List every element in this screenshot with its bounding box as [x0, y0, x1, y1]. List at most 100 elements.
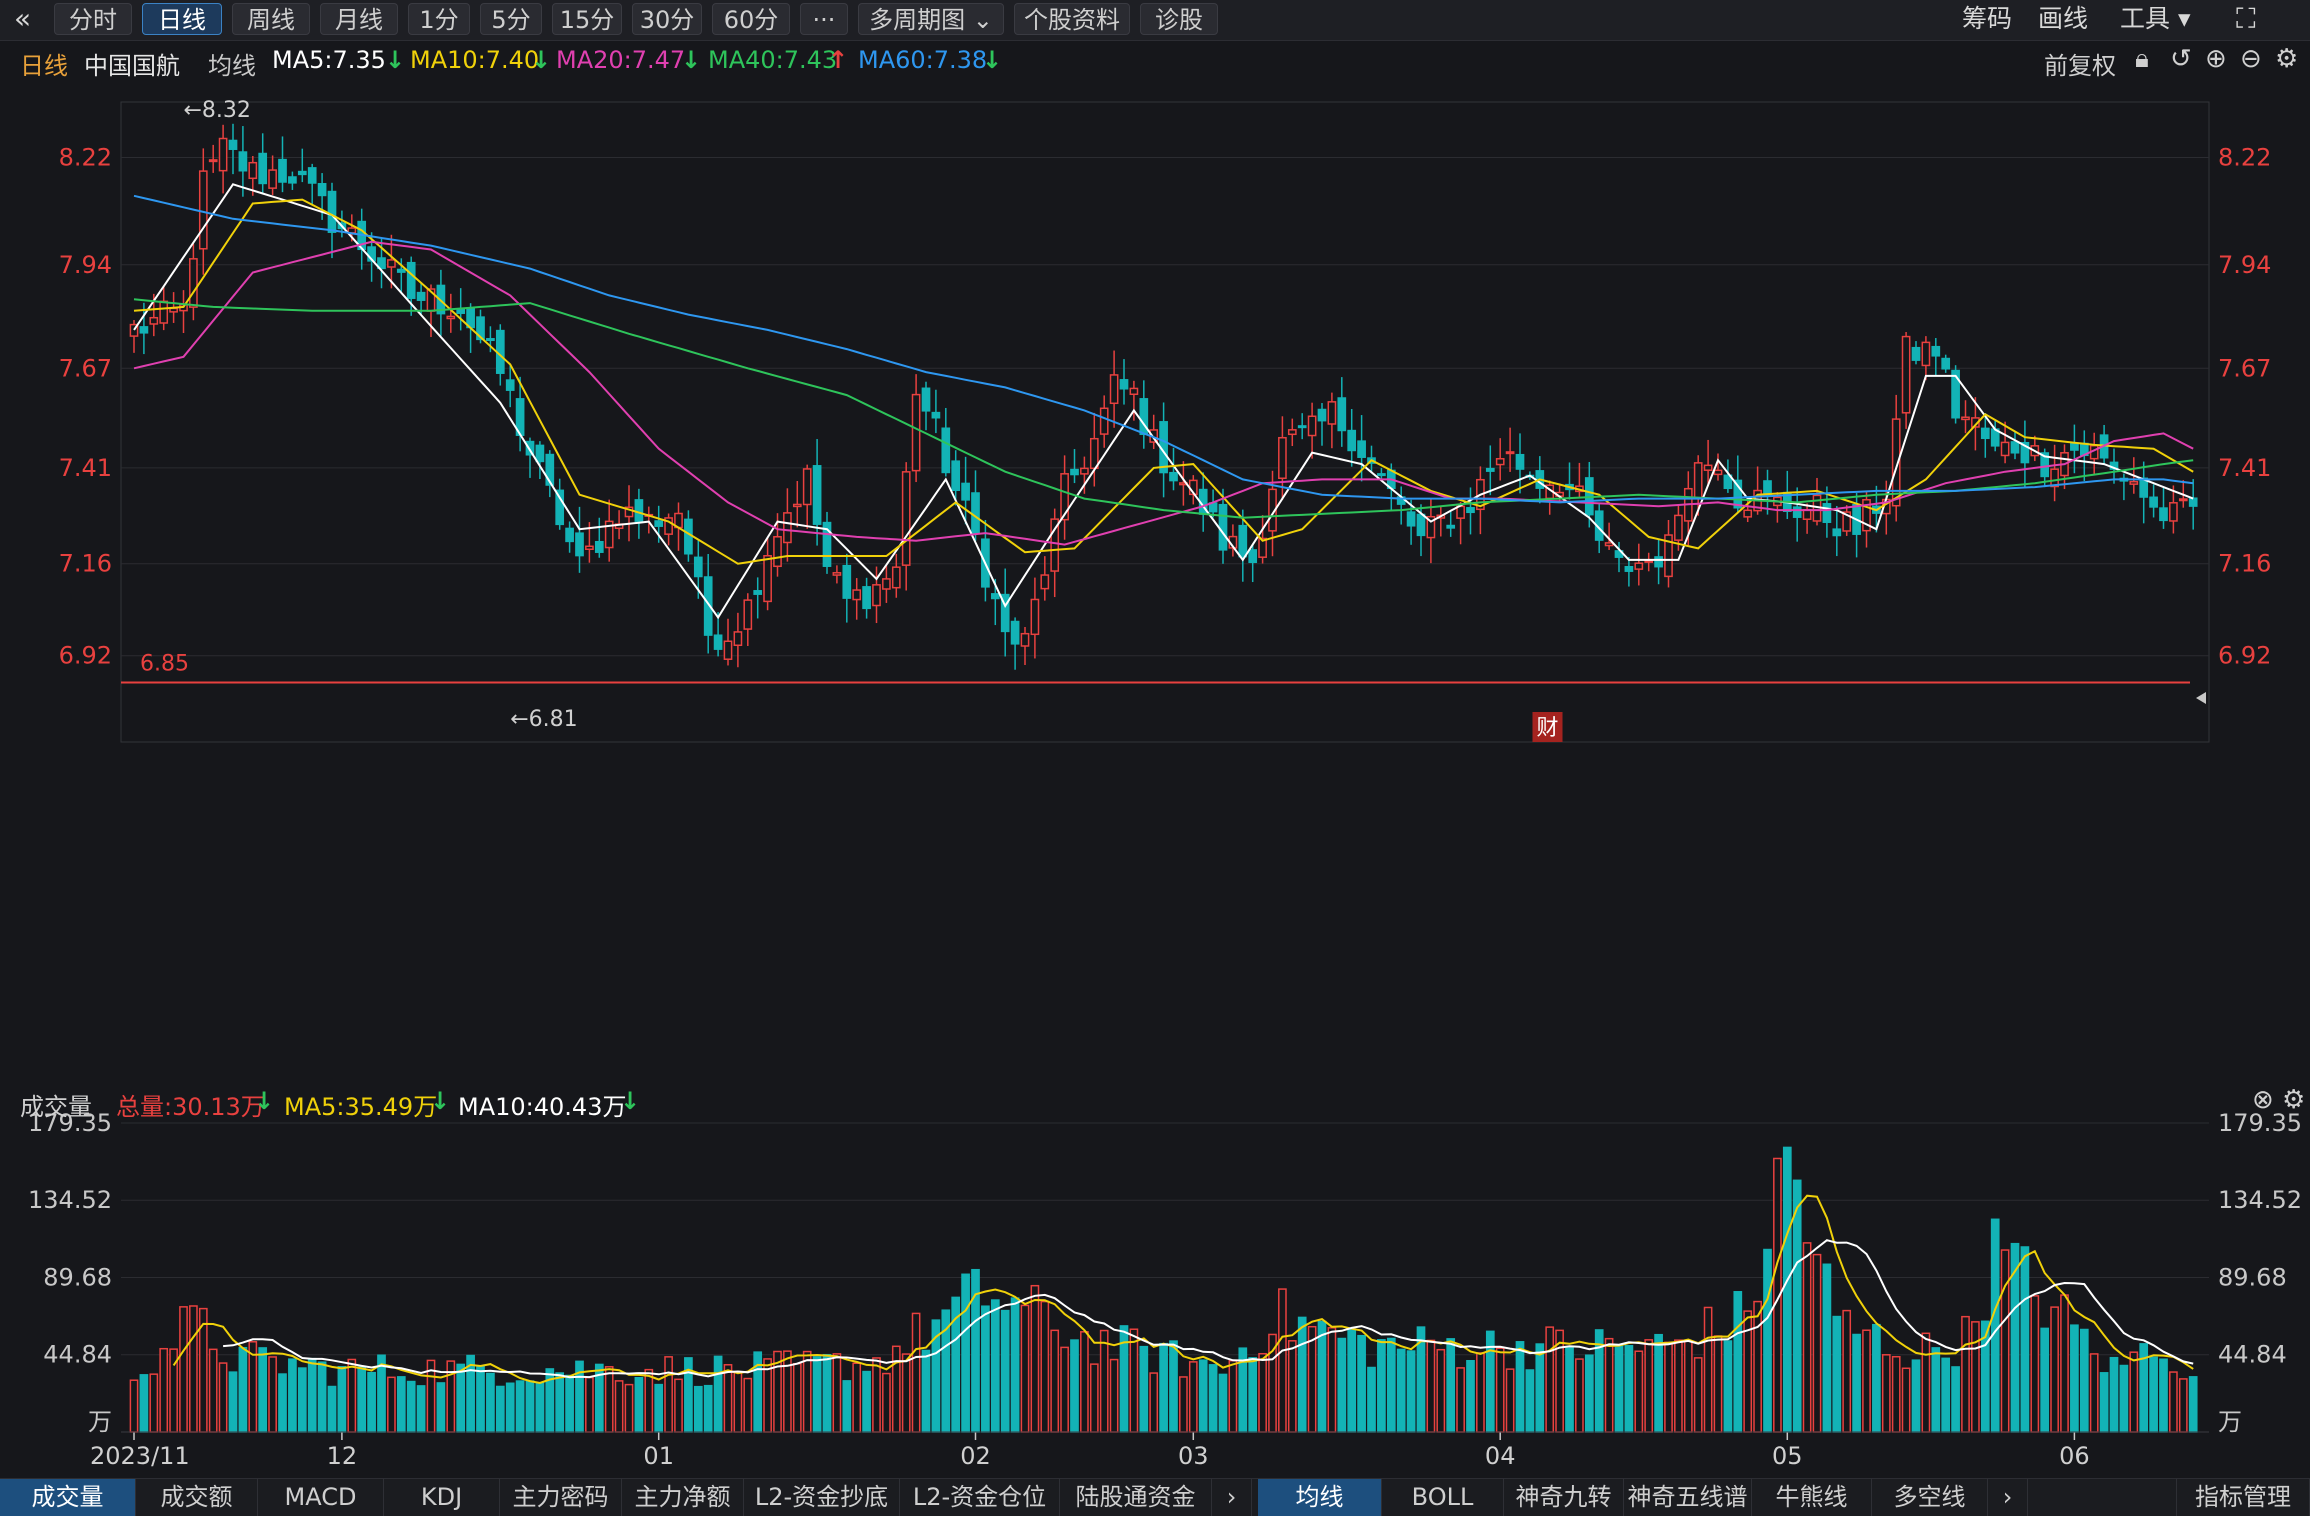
candle-body	[693, 556, 703, 578]
volume-bar	[1050, 1329, 1060, 1433]
volume-legend-total: 总量:30.13万	[116, 1093, 265, 1121]
volume-bar	[387, 1376, 396, 1433]
volume-settings-icon[interactable]: ⚙	[2282, 1085, 2305, 1115]
indicator-tab-0[interactable]: 成交量	[0, 1479, 136, 1516]
candle-body	[208, 159, 218, 163]
close-icon[interactable]: ⊗	[2252, 1085, 2274, 1115]
indicator-manage-button[interactable]: 指标管理	[2176, 1479, 2310, 1516]
volume-bar	[654, 1383, 664, 1433]
volume-bar	[1832, 1315, 1842, 1433]
candle-body	[1495, 458, 1505, 466]
zoom-in-icon[interactable]: ⊕	[2205, 44, 2227, 74]
tabs-scroll-right-icon[interactable]: ›	[1212, 1479, 1252, 1516]
fullscreen-icon[interactable]: ⛶	[2236, 3, 2256, 35]
overlay-tab-4[interactable]: 牛熊线	[1752, 1479, 1872, 1516]
indicator-tab-7[interactable]: L2-资金仓位	[900, 1479, 1060, 1516]
candle-body	[288, 176, 297, 184]
volume-bar	[792, 1362, 802, 1433]
candle-body	[1080, 467, 1089, 475]
indicator-tab-8[interactable]: 陆股通资金	[1060, 1479, 1212, 1516]
volume-bar	[1535, 1343, 1545, 1433]
volume-unit-right: 万	[2218, 1408, 2242, 1436]
indicator-tab-3[interactable]: KDJ	[384, 1479, 500, 1516]
candle-body	[2149, 496, 2158, 508]
period-tab-12[interactable]: 诊股	[1140, 3, 1218, 35]
zoom-out-icon[interactable]: ⊖	[2240, 44, 2262, 74]
x-axis-label: 12	[327, 1442, 358, 1470]
overlay-tab-3[interactable]: 神奇五线谱	[1624, 1479, 1752, 1516]
candle-body	[1674, 514, 1683, 541]
overlay-tab-2[interactable]: 神奇九转	[1504, 1479, 1624, 1516]
volume-bar	[733, 1371, 743, 1433]
candle-body	[1901, 335, 1911, 414]
candle-body	[565, 527, 574, 543]
candle-body	[1109, 374, 1119, 405]
period-tab-10[interactable]: 多周期图 ⌄	[858, 3, 1004, 35]
period-tab-8[interactable]: 60分	[712, 3, 790, 35]
overlay-scroll-right-icon[interactable]: ›	[1988, 1479, 2028, 1516]
undo-icon[interactable]: ↺	[2170, 44, 2192, 74]
settings-icon[interactable]: ⚙	[2275, 44, 2298, 74]
indicator-tab-6[interactable]: L2-资金抄底	[744, 1479, 900, 1516]
period-tab-6[interactable]: 15分	[552, 3, 622, 35]
overlay-tab-5[interactable]: 多空线	[1872, 1479, 1988, 1516]
volume-bar	[2060, 1294, 2069, 1433]
legend-period: 日线	[20, 52, 68, 80]
price-tick-left: 7.16	[59, 550, 112, 578]
price-tick-right: 7.67	[2218, 354, 2271, 382]
period-tab-4[interactable]: 1分	[408, 3, 470, 35]
volume-bar	[288, 1358, 297, 1433]
period-tab-3[interactable]: 月线	[320, 3, 398, 35]
toolbar-right-0[interactable]: 筹码	[1962, 3, 2012, 35]
indicator-tab-5[interactable]: 主力净额	[622, 1479, 744, 1516]
volume-tick-right: 89.68	[2218, 1263, 2287, 1291]
volume-bar	[614, 1380, 624, 1433]
candle-body	[1040, 574, 1050, 590]
candle-body	[1466, 507, 1475, 514]
indicator-tab-4[interactable]: 主力密码	[500, 1479, 622, 1516]
volume-bar	[1614, 1344, 1624, 1433]
volume-bar	[159, 1347, 169, 1433]
volume-bar	[1396, 1348, 1406, 1433]
volume-bar	[832, 1353, 842, 1433]
volume-bar	[2030, 1295, 2040, 1433]
period-tab-0[interactable]: 分时	[54, 3, 132, 35]
volume-bar	[1426, 1339, 1436, 1433]
candle-body	[278, 158, 287, 183]
back-icon[interactable]: «	[14, 3, 31, 35]
indicator-tab-1[interactable]: 成交额	[136, 1479, 258, 1516]
lock-icon[interactable]: 🔒︎	[2135, 44, 2149, 75]
period-tab-1[interactable]: 日线	[142, 3, 222, 35]
candle-body	[1931, 345, 1941, 357]
volume-legend: 成交量 总量:30.13万 MA5:35.49万 MA10:40.43万 ↓ ↓ ↓ ⊗ ⚙	[0, 1085, 2310, 1121]
toolbar-right-2[interactable]: 工具 ▾	[2120, 3, 2191, 35]
volume-bar	[981, 1305, 990, 1433]
adjust-mode[interactable]: 前复权	[2044, 46, 2116, 81]
overlay-tab-1[interactable]: BOLL	[1382, 1479, 1504, 1516]
volume-bar	[2188, 1376, 2198, 1433]
volume-bar	[1317, 1320, 1327, 1433]
period-tab-5[interactable]: 5分	[480, 3, 542, 35]
candle-body	[2129, 480, 2139, 485]
volume-bar	[802, 1350, 812, 1433]
period-tab-2[interactable]: 周线	[232, 3, 310, 35]
candle-body	[1743, 509, 1753, 518]
candle-body	[149, 316, 159, 325]
period-tab-7[interactable]: 30分	[632, 3, 702, 35]
volume-bar	[1000, 1309, 1010, 1433]
candle-body	[1357, 440, 1366, 458]
period-tab-9[interactable]: ···	[800, 3, 848, 35]
indicator-tab-2[interactable]: MACD	[258, 1479, 384, 1516]
ma-trend-icon: ↑	[828, 46, 849, 74]
candle-body	[773, 536, 782, 568]
candle-body	[169, 307, 178, 313]
legend-ma5: MA5:7.35	[272, 46, 386, 74]
toolbar-right-1[interactable]: 画线	[2038, 3, 2088, 35]
main-legend: 日线 中国国航 均线 MA5:7.35 MA10:7.40 MA20:7.47 MA40:7…	[0, 44, 2310, 80]
candle-body	[585, 545, 594, 551]
candle-body	[832, 572, 842, 576]
candle-body	[406, 261, 416, 299]
period-tab-11[interactable]: 个股资料	[1014, 3, 1130, 35]
x-axis-label: 04	[1485, 1442, 1516, 1470]
overlay-tab-0[interactable]: 均线	[1258, 1479, 1382, 1516]
